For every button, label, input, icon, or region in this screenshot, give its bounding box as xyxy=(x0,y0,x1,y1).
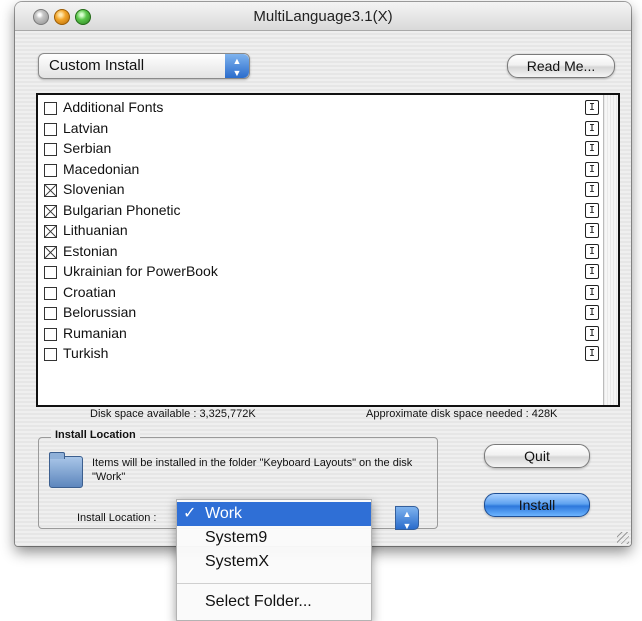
info-icon[interactable]: I xyxy=(585,161,599,177)
list-scrollbar[interactable] xyxy=(603,95,618,405)
language-checkbox[interactable] xyxy=(44,286,57,300)
info-icon[interactable]: I xyxy=(585,346,599,361)
language-label: Bulgarian Phonetic xyxy=(63,201,181,218)
info-icon[interactable]: I xyxy=(585,223,599,238)
install-type-popup[interactable]: Custom Install ▲ ▼ xyxy=(38,53,250,79)
info-icon[interactable]: I xyxy=(585,141,599,156)
disk-space-needed: Approximate disk space needed : 428K xyxy=(366,408,558,420)
language-row[interactable]: Macedonian I xyxy=(44,160,599,180)
info-icon[interactable]: I xyxy=(585,100,599,115)
quit-button[interactable]: Quit xyxy=(484,444,590,468)
language-checkbox[interactable] xyxy=(44,163,57,177)
install-type-label: Custom Install xyxy=(49,57,145,74)
language-label: Macedonian xyxy=(63,160,140,177)
language-checkbox[interactable] xyxy=(44,245,57,259)
language-checkbox[interactable] xyxy=(44,143,57,156)
language-label: Estonian xyxy=(63,242,118,259)
language-label: Rumanian xyxy=(63,324,127,341)
install-location-menu: ✓ Work System9 SystemX Select Folder... xyxy=(176,499,372,621)
language-label: Slovenian xyxy=(63,181,125,197)
language-checkbox[interactable] xyxy=(44,327,57,341)
language-row[interactable]: Slovenian I xyxy=(44,180,599,200)
language-row[interactable]: Rumanian I xyxy=(44,324,599,344)
language-checkbox[interactable] xyxy=(44,348,57,361)
info-icon[interactable]: I xyxy=(585,305,599,320)
install-location-description: Items will be installed in the folder "K… xyxy=(92,457,413,483)
language-row[interactable]: Ukrainian for PowerBook I xyxy=(44,262,599,282)
install-location-popup-arrows[interactable]: ▲ ▼ xyxy=(395,506,419,531)
installer-window: MultiLanguage3.1(X) Custom Install ▲ ▼ Re… xyxy=(15,2,631,546)
language-row[interactable]: Lithuanian I xyxy=(44,221,599,241)
language-row[interactable]: Bulgarian Phonetic I xyxy=(44,201,599,221)
language-label: Croatian xyxy=(63,283,116,300)
language-label: Serbian xyxy=(63,140,112,156)
window-title: MultiLanguage3.1(X) xyxy=(253,8,393,25)
menu-item-work[interactable]: ✓ Work xyxy=(177,502,371,526)
language-list[interactable]: Additional Fonts I Latvian I Serbian I Macedon… xyxy=(36,93,620,407)
language-checkbox[interactable] xyxy=(44,266,57,279)
language-label: Turkish xyxy=(63,345,109,361)
language-label: Additional Fonts xyxy=(63,99,164,115)
info-icon[interactable]: I xyxy=(585,120,599,136)
language-row[interactable]: Croatian I xyxy=(44,283,599,303)
language-row[interactable]: Turkish I xyxy=(44,344,599,364)
read-me-button[interactable]: Read Me... xyxy=(507,54,615,78)
language-row[interactable]: Estonian I xyxy=(44,242,599,262)
info-icon[interactable]: I xyxy=(585,264,599,279)
group-title: Install Location xyxy=(51,429,140,441)
language-checkbox[interactable] xyxy=(44,307,57,320)
language-row[interactable]: Belorussian I xyxy=(44,303,599,323)
info-icon[interactable]: I xyxy=(585,182,599,197)
language-row[interactable]: Latvian I xyxy=(44,119,599,139)
language-row[interactable]: Additional Fonts I xyxy=(44,98,599,118)
install-location-label: Install Location : xyxy=(77,512,157,524)
language-checkbox[interactable] xyxy=(44,102,57,115)
info-icon[interactable]: I xyxy=(585,284,599,300)
menu-item-system9[interactable]: System9 xyxy=(177,526,371,550)
language-checkbox[interactable] xyxy=(44,204,57,218)
title-bar[interactable]: MultiLanguage3.1(X) xyxy=(15,2,631,31)
language-checkbox[interactable] xyxy=(44,184,57,197)
language-label: Latvian xyxy=(63,119,109,136)
checkmark-icon: ✓ xyxy=(183,505,197,522)
folder-icon xyxy=(49,452,83,488)
updown-arrows-icon: ▲ ▼ xyxy=(225,54,249,78)
language-checkbox[interactable] xyxy=(44,122,57,136)
resize-grip[interactable] xyxy=(617,532,629,544)
language-label: Belorussian xyxy=(63,304,137,320)
language-label: Ukrainian for PowerBook xyxy=(63,263,218,279)
menu-item-select-folder[interactable]: Select Folder... xyxy=(177,590,371,614)
info-icon[interactable]: I xyxy=(585,202,599,218)
install-button[interactable]: Install xyxy=(484,493,590,517)
language-checkbox[interactable] xyxy=(44,225,57,238)
info-icon[interactable]: I xyxy=(585,325,599,341)
language-row[interactable]: Serbian I xyxy=(44,139,599,159)
window-content: Custom Install ▲ ▼ Read Me... Additional … xyxy=(15,31,631,546)
language-label: Lithuanian xyxy=(63,222,128,238)
menu-item-systemx[interactable]: SystemX xyxy=(177,550,371,574)
menu-separator xyxy=(177,583,371,584)
info-icon[interactable]: I xyxy=(585,243,599,259)
disk-space-available: Disk space available : 3,325,772K xyxy=(90,408,256,420)
